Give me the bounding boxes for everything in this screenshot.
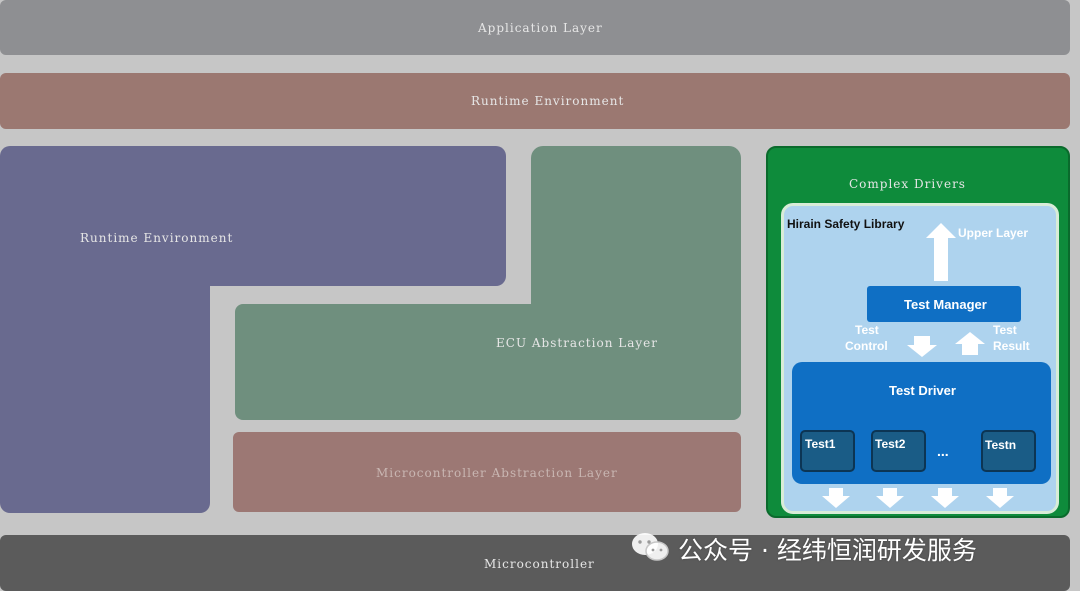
test1-block: Test1 [800,430,855,472]
test-result-arrow [955,332,985,355]
output-arrow-2 [876,488,904,508]
upper-layer-label: Upper Layer [958,226,1029,240]
output-arrow-3 [931,488,959,508]
tests-ellipsis: ... [937,443,949,459]
test-control-label-line2: Control [845,339,888,353]
wechat-icon [632,533,669,561]
test2-block: Test2 [871,430,926,472]
test-driver-label: Test Driver [889,383,956,398]
upper-layer-arrow [926,223,956,281]
test-result-label-line1: Test [993,323,1017,337]
test1-label: Test1 [805,437,836,451]
testn-block: Testn [981,430,1036,472]
test-result-label-line2: Result [993,339,1030,353]
output-arrow-4 [986,488,1014,508]
output-arrow-1 [822,488,850,508]
test-control-label-line1: Test [855,323,879,337]
watermark-text: 公众号 · 经纬恒润研发服务 [678,536,977,565]
test2-label: Test2 [875,437,906,451]
test-control-arrow [907,336,937,357]
test-manager-label: Test Manager [904,297,987,312]
testn-label: Testn [985,438,1017,452]
